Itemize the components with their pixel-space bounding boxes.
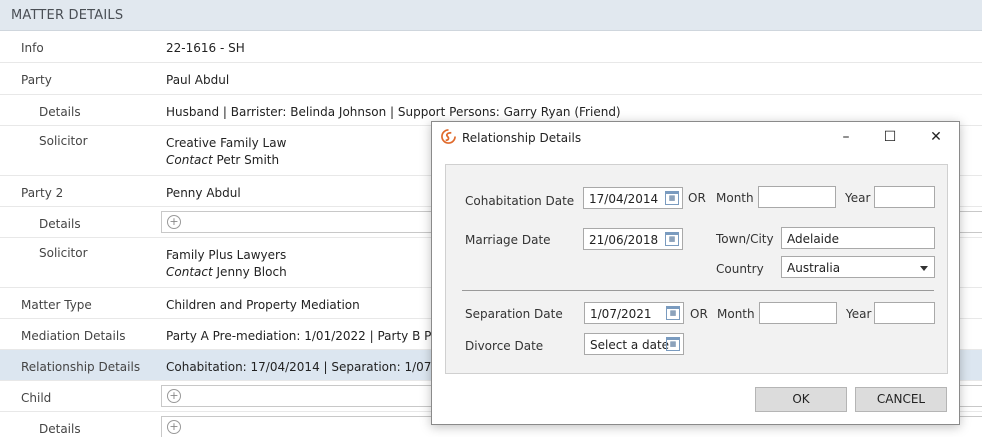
row-value: 22-1616 - SH	[166, 41, 245, 55]
marriage-date-label: Marriage Date	[465, 233, 551, 247]
town-city-label: Town/City	[716, 232, 774, 246]
year-label: Year	[845, 191, 871, 205]
country-label: Country	[716, 262, 764, 276]
row-value: Family Plus Lawyers	[166, 248, 287, 262]
row-value: Party A Pre-mediation: 1/01/2022 | Party…	[166, 329, 444, 343]
town-city-input[interactable]: Adelaide	[781, 227, 935, 249]
row-value: Children and Property Mediation	[166, 298, 360, 312]
relationship-details-dialog: Relationship Details – ☐ ✕ Cohabitation …	[431, 121, 960, 425]
add-circle-icon[interactable]: +	[167, 420, 181, 434]
row-label: Matter Type	[21, 298, 92, 312]
month-label: Month	[717, 307, 755, 321]
month-label: Month	[716, 191, 754, 205]
form-divider	[462, 290, 934, 291]
row-label: Party 2	[21, 186, 64, 200]
separation-year-input[interactable]	[874, 302, 935, 324]
calendar-icon[interactable]: ▦	[666, 306, 680, 320]
table-row: Party Paul Abdul	[0, 63, 982, 95]
ok-button[interactable]: OK	[755, 387, 847, 412]
row-label: Info	[21, 41, 44, 55]
country-select[interactable]: Australia	[781, 256, 935, 278]
minimize-button[interactable]: –	[835, 126, 857, 148]
calendar-icon[interactable]: ▦	[665, 191, 679, 205]
divorce-date-input[interactable]: Select a date ▦	[584, 333, 684, 355]
separation-date-input[interactable]: 1/07/2021 ▦	[584, 302, 684, 324]
row-contact: Contact Petr Smith	[166, 153, 280, 167]
or-label: OR	[690, 307, 708, 321]
row-value: Husband | Barrister: Belinda Johnson | S…	[166, 105, 621, 119]
add-circle-icon[interactable]: +	[167, 389, 181, 403]
row-label: Mediation Details	[21, 329, 126, 343]
row-label: Solicitor	[39, 134, 88, 148]
row-label: Child	[21, 391, 52, 405]
row-label: Details	[39, 422, 81, 436]
year-label: Year	[846, 307, 872, 321]
dialog-title: Relationship Details	[462, 131, 582, 145]
divorce-date-label: Divorce Date	[465, 339, 544, 353]
row-value: Creative Family Law	[166, 136, 287, 150]
separation-month-input[interactable]	[759, 302, 837, 324]
separation-date-label: Separation Date	[465, 307, 563, 321]
matter-details-header: MATTER DETAILS	[0, 0, 982, 31]
header-title: MATTER DETAILS	[11, 8, 124, 23]
calendar-icon[interactable]: ▦	[666, 337, 680, 351]
row-value: Paul Abdul	[166, 73, 230, 87]
or-label: OR	[688, 191, 706, 205]
row-label: Details	[39, 105, 81, 119]
cohabitation-year-input[interactable]	[874, 186, 935, 208]
table-row: Info 22-1616 - SH	[0, 31, 982, 63]
calendar-icon[interactable]: ▦	[665, 232, 679, 246]
app-logo-icon	[441, 129, 456, 144]
add-circle-icon[interactable]: +	[167, 215, 181, 229]
cohabitation-date-input[interactable]: 17/04/2014 ▦	[583, 187, 683, 209]
cohabitation-date-label: Cohabitation Date	[465, 194, 575, 208]
row-label: Solicitor	[39, 246, 88, 260]
row-value: Cohabitation: 17/04/2014 | Separation: 1…	[166, 360, 451, 374]
maximize-button[interactable]: ☐	[879, 126, 901, 148]
relationship-form-panel: Cohabitation Date 17/04/2014 ▦ OR Month …	[445, 164, 948, 374]
cancel-button[interactable]: CANCEL	[855, 387, 947, 412]
close-button[interactable]: ✕	[925, 126, 947, 148]
row-value: Penny Abdul	[166, 186, 241, 200]
row-label: Relationship Details	[21, 360, 141, 374]
marriage-date-input[interactable]: 21/06/2018 ▦	[583, 228, 683, 250]
row-label: Party	[21, 73, 52, 87]
chevron-down-icon[interactable]	[920, 266, 928, 271]
row-contact: Contact Jenny Bloch	[166, 265, 287, 279]
cohabitation-month-input[interactable]	[758, 186, 836, 208]
row-label: Details	[39, 217, 81, 231]
